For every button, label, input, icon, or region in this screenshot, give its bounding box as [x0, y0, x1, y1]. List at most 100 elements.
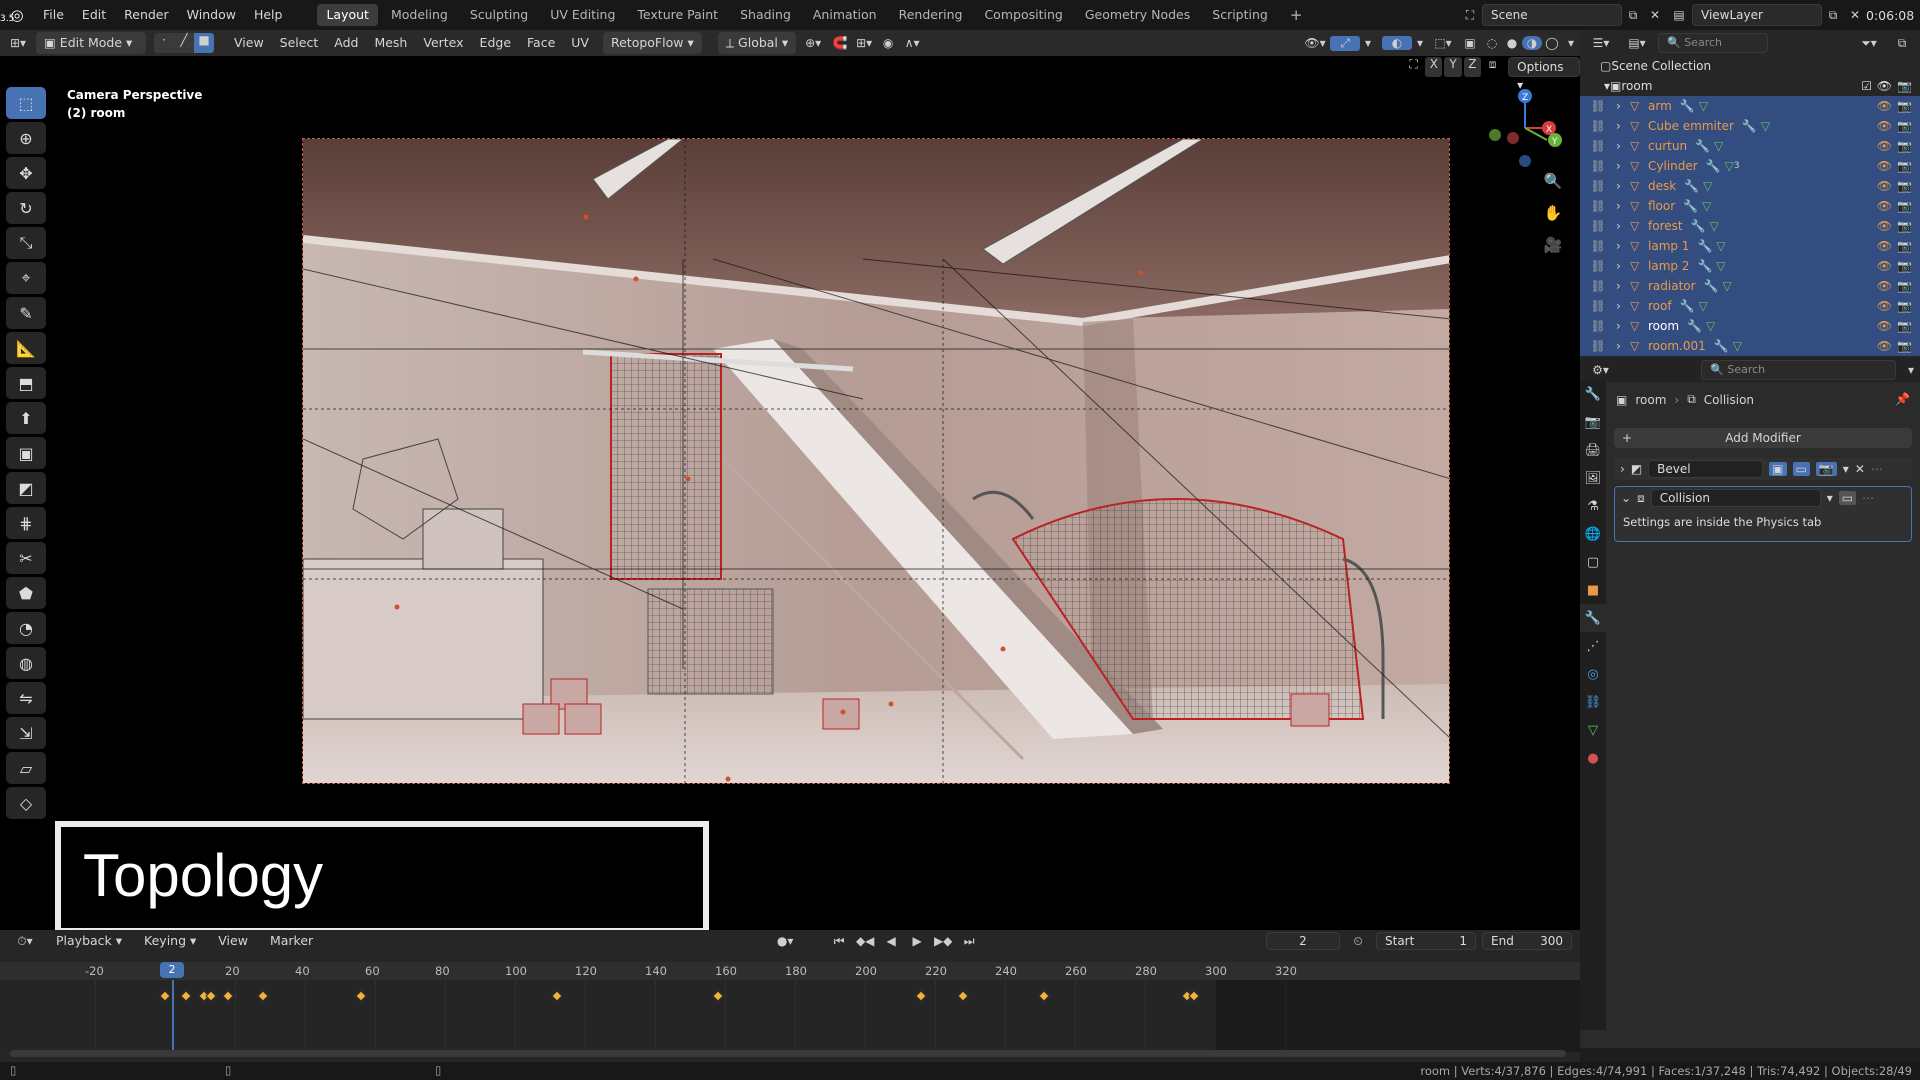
view-layer-icon[interactable]: ▤: [1666, 8, 1692, 22]
render-camera-icon[interactable]: 📷: [1897, 259, 1912, 273]
playhead-label[interactable]: 2: [160, 962, 184, 978]
axis-z-toggle[interactable]: Z: [1463, 57, 1481, 77]
proportional-falloff-icon[interactable]: ∧▾: [898, 36, 926, 50]
mesh-data-icon[interactable]: ▽: [1733, 339, 1742, 353]
tab-compositing[interactable]: Compositing: [975, 4, 1071, 26]
annotate-icon[interactable]: ✎: [6, 297, 46, 329]
pan-hand-icon[interactable]: ✋: [1540, 204, 1566, 228]
mesh-data-icon[interactable]: ▽: [1699, 99, 1708, 113]
modifier-wrench-icon[interactable]: 🔧: [1704, 279, 1719, 293]
outliner-item[interactable]: ⛓ › ▽ lamp 2 🔧 ▽ 👁 📷: [1580, 256, 1920, 276]
outliner-item[interactable]: ⛓ › ▽ roof 🔧 ▽ 👁 📷: [1580, 296, 1920, 316]
mesh-data-icon[interactable]: ▽: [1703, 179, 1712, 193]
collapse-collision-icon[interactable]: ⌄: [1621, 491, 1631, 505]
drag-handle-icon[interactable]: ⋯: [1871, 462, 1883, 476]
keyframe[interactable]: [957, 990, 969, 1002]
render-camera-icon[interactable]: 📷: [1897, 279, 1912, 293]
mesh-data-icon[interactable]: ▽: [1714, 139, 1723, 153]
marker-menu[interactable]: Marker: [262, 930, 321, 952]
render-camera-icon[interactable]: 📷: [1897, 179, 1912, 193]
mesh-data-icon[interactable]: ▽: [1716, 239, 1725, 253]
eye-icon[interactable]: 👁: [1877, 299, 1892, 313]
modifier-wrench-icon[interactable]: 🔧: [1680, 99, 1695, 113]
auto-keying-icon[interactable]: ●▾: [773, 934, 797, 948]
render-tab-icon[interactable]: 📷: [1580, 408, 1606, 436]
next-keyframe-icon[interactable]: ▶◆: [933, 934, 953, 948]
timeline-editor-icon[interactable]: ⏱▾: [8, 934, 42, 949]
wireframe-shading-icon[interactable]: ◌: [1482, 36, 1502, 50]
expand-icon[interactable]: ›: [1616, 99, 1630, 113]
filter-icon[interactable]: ⏷▾: [1854, 36, 1884, 51]
modifier-wrench-icon[interactable]: 🔧: [1687, 319, 1702, 333]
render-camera-icon[interactable]: 📷: [1897, 339, 1912, 353]
add-cube-icon[interactable]: ⬒: [6, 367, 46, 399]
data-tab-icon[interactable]: ▽: [1580, 716, 1606, 744]
scene-icon[interactable]: ⛶: [1458, 8, 1482, 23]
render-camera-icon[interactable]: 📷: [1897, 219, 1912, 233]
modifier-wrench-icon[interactable]: 🔧: [1695, 139, 1710, 153]
mesh-data-icon[interactable]: ▽: [1716, 259, 1725, 273]
expand-icon[interactable]: ›: [1616, 159, 1630, 173]
face-select-icon[interactable]: ■: [194, 33, 214, 53]
shear-icon[interactable]: ▱: [6, 752, 46, 784]
tab-rendering[interactable]: Rendering: [890, 4, 972, 26]
shrink-fatten-icon[interactable]: ⇲: [6, 717, 46, 749]
render-camera-icon[interactable]: 📷: [1897, 319, 1912, 333]
3d-viewport[interactable]: Camera Perspective (2) room ⛶ X Y Z ⧈ Op…: [0, 56, 1581, 934]
transform-icon[interactable]: ⌖: [6, 262, 46, 294]
outliner-item[interactable]: ⛓ › ▽ Cube emmiter 🔧 ▽ 👁 📷: [1580, 116, 1920, 136]
checkbox-icon[interactable]: ☑: [1861, 79, 1872, 93]
mesh-data-icon[interactable]: ▽: [1723, 279, 1732, 293]
bevel-dropdown-icon[interactable]: ▾: [1843, 462, 1849, 476]
menu-view[interactable]: View: [226, 32, 272, 54]
keyframe[interactable]: [551, 990, 563, 1002]
expand-icon[interactable]: ›: [1616, 199, 1630, 213]
jump-start-icon[interactable]: ⏮: [829, 934, 849, 949]
eye-icon[interactable]: 👁: [1877, 279, 1892, 293]
play-icon[interactable]: ▶: [907, 934, 927, 948]
mesh-data-icon[interactable]: ▽: [1761, 119, 1770, 133]
display-mode-icon[interactable]: ▤▾: [1622, 36, 1652, 50]
expand-icon[interactable]: ›: [1616, 139, 1630, 153]
expand-bevel-icon[interactable]: ›: [1620, 462, 1625, 476]
eye-icon[interactable]: 👁: [1877, 339, 1892, 353]
add-modifier-button[interactable]: + Add Modifier: [1614, 428, 1912, 448]
bevel-name-field[interactable]: Bevel: [1648, 460, 1764, 478]
poly-build-icon[interactable]: ⬟: [6, 577, 46, 609]
render-camera-icon[interactable]: 📷: [1897, 299, 1912, 313]
mirror-icon[interactable]: ⧈: [1483, 57, 1502, 77]
eye-icon[interactable]: 👁: [1877, 99, 1892, 113]
play-reverse-icon[interactable]: ◀: [881, 934, 901, 948]
xray-toggle-icon[interactable]: ▣: [1458, 36, 1482, 50]
menu-file[interactable]: File: [34, 0, 73, 30]
modifier-tab-icon[interactable]: 🔧: [1580, 604, 1606, 632]
outliner-item[interactable]: ⛓ › ▽ room 🔧 ▽ 👁 📷: [1580, 316, 1920, 336]
properties-dropdown-icon[interactable]: ▾: [1908, 363, 1914, 377]
new-collection-icon[interactable]: ⧉: [1890, 36, 1914, 51]
outliner-search[interactable]: 🔍 Search: [1658, 33, 1768, 53]
keyframe[interactable]: [712, 990, 724, 1002]
modifier-wrench-icon[interactable]: 🔧: [1684, 179, 1699, 193]
menu-select[interactable]: Select: [272, 32, 327, 54]
collision-dropdown-icon[interactable]: ▾: [1827, 491, 1833, 505]
modifier-collision[interactable]: ⌄ ⧈ Collision ▾ ▭ ⋯: [1615, 487, 1911, 509]
properties-editor-icon[interactable]: ⚙▾: [1586, 363, 1615, 377]
scene-tab-icon[interactable]: ⚗: [1580, 492, 1606, 520]
collision-name-field[interactable]: Collision: [1650, 489, 1821, 507]
material-shading-icon[interactable]: ◑: [1522, 36, 1542, 50]
shading-options-icon[interactable]: ▾: [1562, 36, 1580, 50]
tab-modeling[interactable]: Modeling: [382, 4, 457, 26]
transform-orientation[interactable]: ⟂ Global ▾: [717, 32, 797, 54]
start-frame-field[interactable]: Start 1: [1376, 932, 1476, 950]
axis-x-toggle[interactable]: X: [1425, 57, 1443, 77]
knife-icon[interactable]: ✂: [6, 542, 46, 574]
prev-keyframe-icon[interactable]: ◆◀: [855, 934, 875, 948]
mesh-data-icon[interactable]: ▽: [1706, 319, 1715, 333]
outliner-item[interactable]: ⛓ › ▽ floor 🔧 ▽ 👁 📷: [1580, 196, 1920, 216]
menu-vertex[interactable]: Vertex: [415, 32, 471, 54]
keying-menu[interactable]: Keying ▾: [136, 930, 204, 952]
rendered-shading-icon[interactable]: ◯: [1542, 36, 1562, 50]
jump-end-icon[interactable]: ⏭: [959, 934, 979, 949]
current-frame-field[interactable]: 2: [1266, 932, 1340, 950]
render-camera-icon[interactable]: 📷: [1897, 199, 1912, 213]
